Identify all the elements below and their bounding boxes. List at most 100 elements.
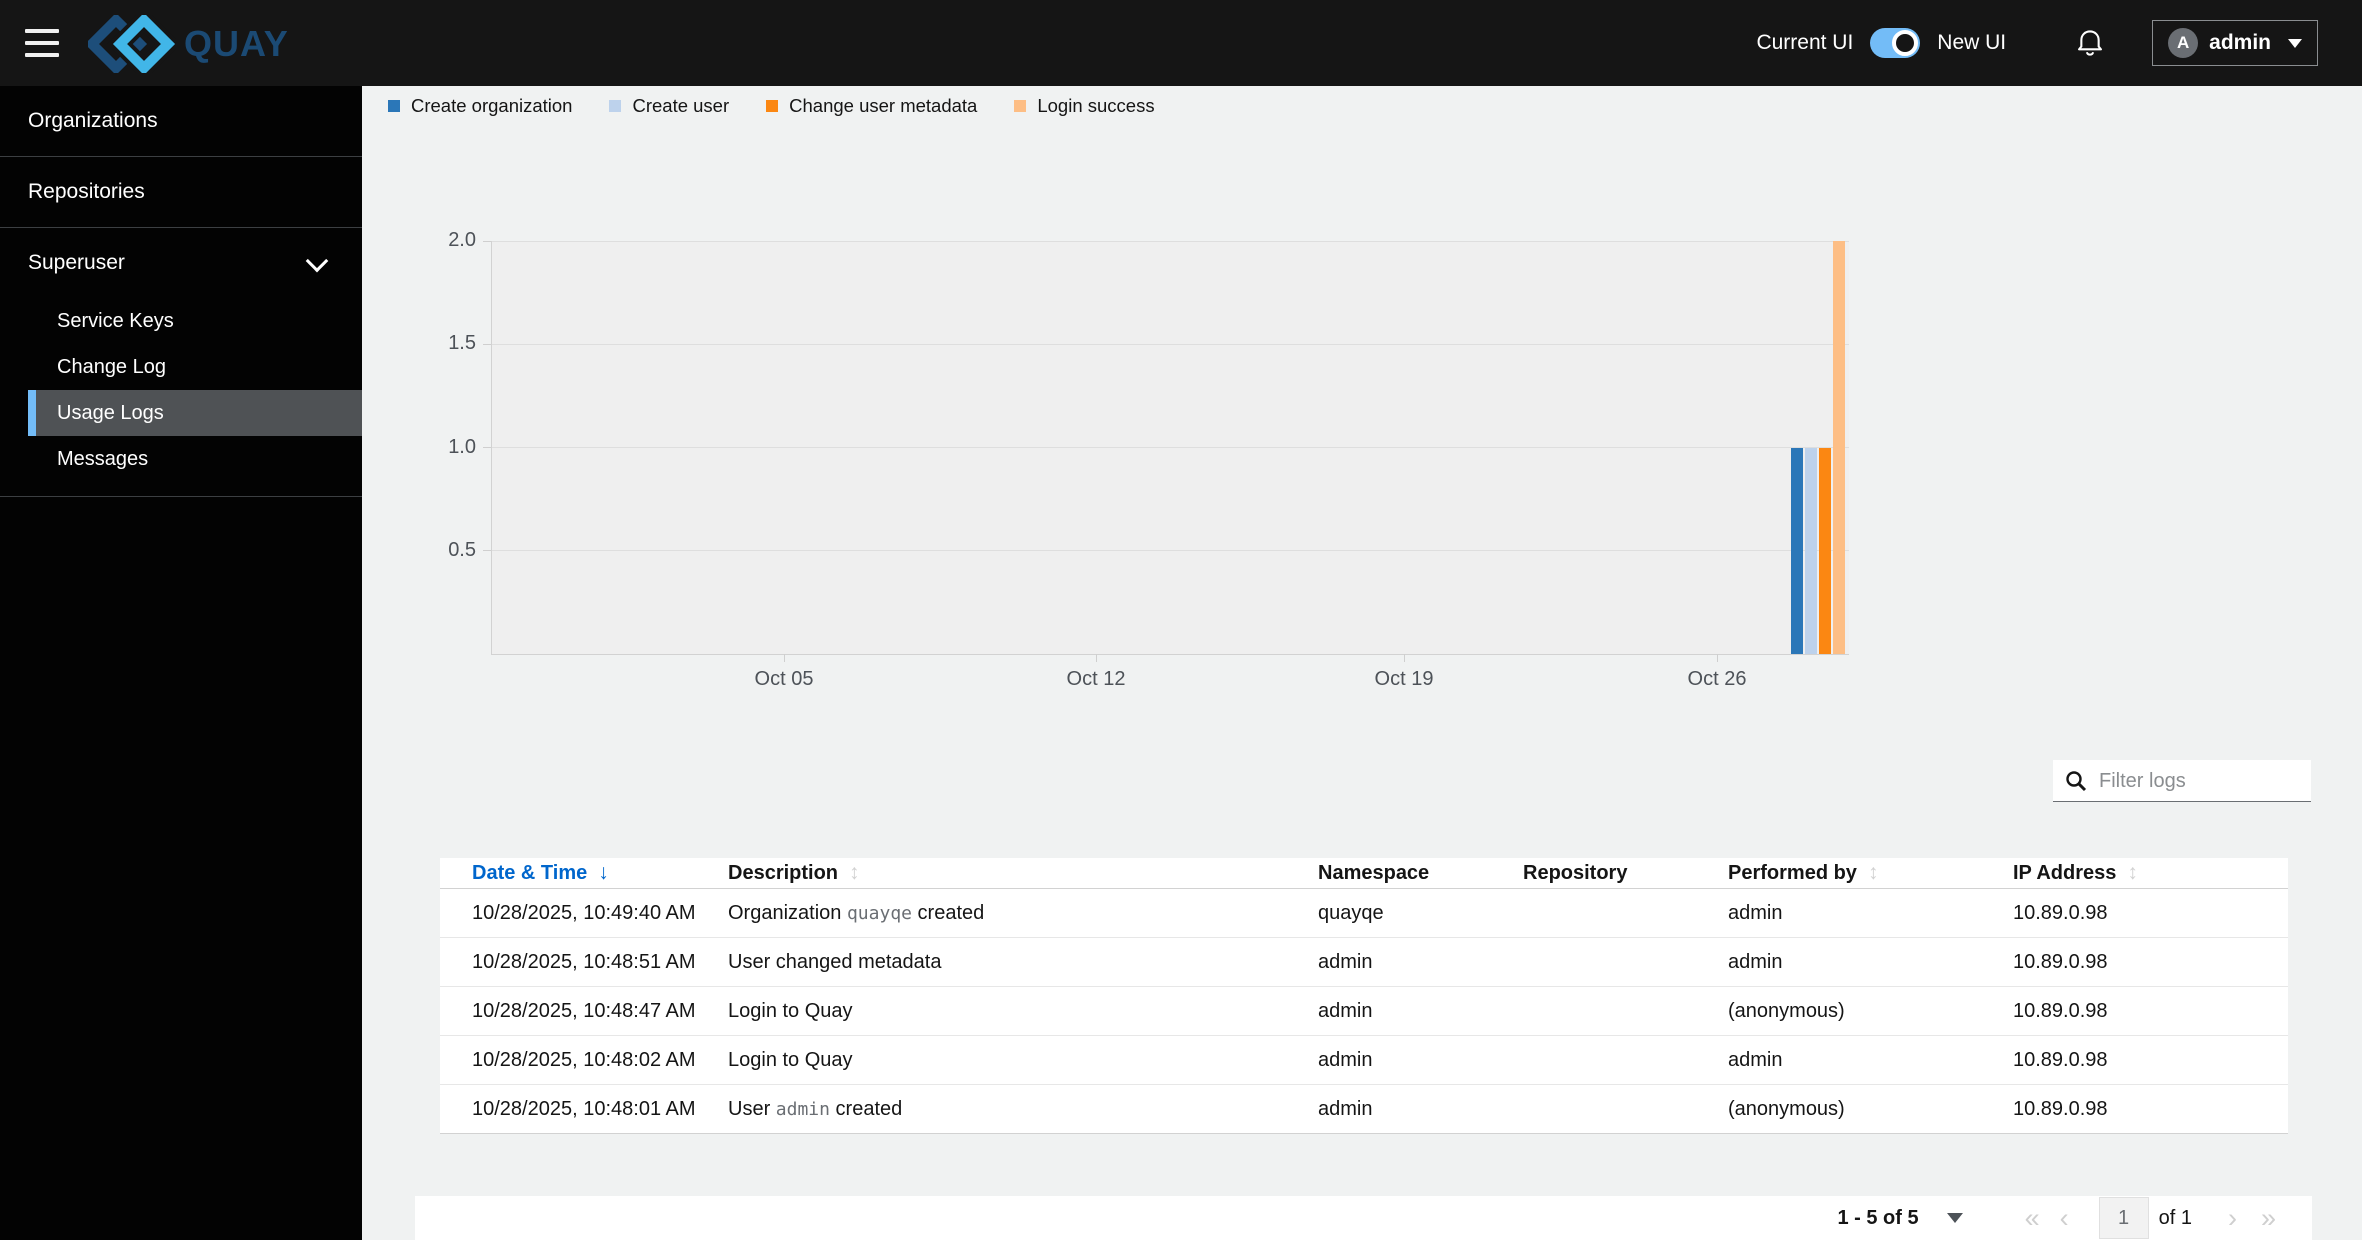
legend-item-change-user-metadata: Change user metadata: [766, 95, 977, 117]
cell-performed-by: (anonymous): [1728, 999, 1845, 1022]
cell-description: Login to Quay: [728, 1049, 1318, 1072]
user-avatar: A: [2168, 28, 2199, 58]
column-label: Date & Time: [472, 861, 588, 884]
legend-swatch-icon: [1014, 100, 1027, 112]
column-header-performed-by[interactable]: Performed by ↕: [1728, 861, 2013, 885]
legend-label: Create organization: [411, 95, 573, 116]
notifications-bell-icon[interactable]: [2076, 28, 2104, 58]
gridline: [491, 447, 1849, 448]
sidebar-item-messages[interactable]: Messages: [0, 436, 362, 482]
filter-logs-input[interactable]: [2097, 760, 2307, 802]
description-text: User changed metadata: [728, 950, 942, 973]
items-summary: 1 - 5 of 5: [1837, 1206, 1919, 1229]
legend-item-create-organization: Create organization: [388, 95, 572, 117]
legend-label: Create user: [632, 95, 730, 116]
filter-logs-box: [2053, 760, 2311, 802]
sidebar-item-organizations[interactable]: Organizations: [0, 86, 362, 157]
y-tick-mark: [483, 343, 491, 345]
quay-logo[interactable]: QUAY: [88, 15, 289, 73]
cell-ip-address: 10.89.0.98: [2013, 1048, 2108, 1071]
sortable-arrows-icon: ↕: [2127, 861, 2138, 884]
cell-datetime: 10/28/2025, 10:48:01 AM: [472, 1097, 696, 1120]
x-axis-line: [491, 654, 1849, 655]
x-tick-label: Oct 05: [754, 668, 814, 690]
chart-legend: Create organization Create user Change use…: [388, 95, 1155, 117]
column-header-repository[interactable]: Repository: [1523, 862, 1728, 885]
cell-datetime: 10/28/2025, 10:48:02 AM: [472, 1048, 696, 1071]
gridline: [491, 550, 1849, 552]
page-number-input[interactable]: [2098, 1197, 2149, 1239]
ui-toggle-switch[interactable]: [1870, 28, 1921, 58]
sidebar-item-repositories[interactable]: Repositories: [0, 157, 362, 228]
gridline: [491, 240, 1849, 242]
x-tick-mark: [1095, 654, 1097, 662]
table-row: 10/28/2025, 10:48:47 AM Login to Quay admi…: [440, 987, 2288, 1036]
cell-datetime: 10/28/2025, 10:48:51 AM: [472, 950, 696, 973]
description-mono-value: admin: [775, 1098, 830, 1120]
y-tick-label: 2.0: [448, 229, 476, 251]
brand-text: QUAY: [184, 23, 289, 64]
sort-desc-arrow-icon: ↓: [598, 861, 609, 884]
user-name: admin: [2209, 31, 2271, 54]
cell-performed-by: admin: [1728, 950, 1783, 973]
sidebar-nav: Organizations Repositories Superuser Servic…: [0, 86, 362, 1240]
cell-description: User admin created: [728, 1098, 1318, 1121]
user-menu[interactable]: A admin: [2152, 20, 2318, 66]
column-label: IP Address: [2013, 861, 2117, 884]
cell-ip-address: 10.89.0.98: [2013, 950, 2108, 973]
search-icon: [2066, 771, 2087, 792]
cell-namespace: quayqe: [1318, 901, 1384, 924]
description-mono-value: quayqe: [846, 902, 912, 924]
x-tick-label: Oct 12: [1066, 668, 1126, 690]
cell-ip-address: 10.89.0.98: [2013, 1097, 2108, 1120]
table-row: 10/28/2025, 10:48:51 AM User changed meta…: [440, 938, 2288, 987]
masthead-controls: Current UI New UI A admin: [1756, 0, 2318, 86]
bar-change-user-metadata: [1819, 447, 1831, 654]
sidebar-item-superuser[interactable]: Superuser: [0, 228, 362, 298]
description-text: User: [728, 1097, 776, 1120]
current-ui-label: Current UI: [1756, 31, 1854, 54]
sidebar-item-usage-logs[interactable]: Usage Logs: [28, 390, 362, 436]
column-header-namespace[interactable]: Namespace: [1318, 862, 1523, 885]
cell-namespace: admin: [1318, 1097, 1373, 1120]
y-tick-mark: [483, 447, 491, 448]
plot-area: [491, 241, 1849, 654]
y-axis-line: [491, 241, 492, 654]
sidebar-item-change-log[interactable]: Change Log: [0, 344, 362, 390]
chevron-down-icon: [305, 249, 329, 273]
column-label: Namespace: [1318, 861, 1430, 884]
last-page-button[interactable]: »: [2261, 1204, 2276, 1232]
cell-performed-by: admin: [1728, 901, 1783, 924]
cell-description: Login to Quay: [728, 1000, 1318, 1023]
y-tick-mark: [483, 550, 491, 552]
first-page-button[interactable]: «: [2025, 1204, 2040, 1232]
column-header-ip-address[interactable]: IP Address ↕: [2013, 861, 2288, 885]
per-page-caret-icon[interactable]: [1946, 1213, 1963, 1223]
legend-swatch-icon: [609, 100, 622, 112]
cell-ip-address: 10.89.0.98: [2013, 999, 2108, 1022]
column-header-date-time[interactable]: Date & Time ↓: [472, 861, 728, 885]
cell-datetime: 10/28/2025, 10:49:40 AM: [472, 901, 696, 924]
legend-label: Login success: [1037, 95, 1155, 116]
new-ui-label: New UI: [1937, 31, 2007, 54]
legend-item-create-user: Create user: [609, 95, 729, 117]
quay-logo-icon: [88, 15, 176, 73]
hamburger-menu-icon[interactable]: [25, 29, 59, 57]
previous-page-button[interactable]: ‹: [2060, 1204, 2069, 1232]
description-text: Organization: [728, 901, 847, 924]
column-header-description[interactable]: Description ↕: [728, 861, 1318, 885]
gridline: [491, 343, 1849, 345]
sidebar-item-service-keys[interactable]: Service Keys: [0, 298, 362, 344]
description-text: created: [829, 1097, 903, 1120]
legend-item-login-success: Login success: [1014, 95, 1155, 117]
x-tick-label: Oct 19: [1374, 668, 1434, 690]
column-label: Performed by: [1728, 861, 1857, 884]
usage-logs-page: QUAY Current UI New UI A admin Organizat…: [0, 0, 2362, 1240]
description-text: created: [912, 901, 985, 924]
cell-datetime: 10/28/2025, 10:48:47 AM: [472, 999, 696, 1022]
next-page-button[interactable]: ›: [2228, 1204, 2237, 1232]
user-menu-caret-icon: [2288, 38, 2302, 48]
y-tick-label: 1.5: [448, 332, 476, 355]
x-tick-label: Oct 26: [1687, 668, 1747, 690]
sortable-arrows-icon: ↕: [849, 861, 860, 884]
